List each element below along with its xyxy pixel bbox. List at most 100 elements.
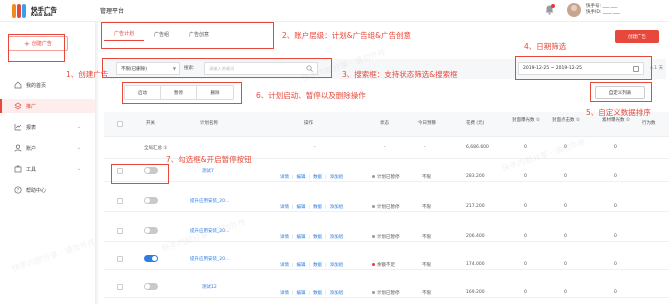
row-toggle[interactable] (144, 197, 158, 204)
annotation-box-custom (590, 82, 652, 102)
row-imp: 0 (524, 262, 527, 267)
sidebar-item-label: 我的首页 (26, 82, 47, 89)
select-all-checkbox[interactable] (117, 121, 123, 127)
app-title: 管理平台 (100, 8, 125, 15)
help-icon: ? (14, 186, 22, 194)
sidebar-item-label: 推广 (26, 103, 37, 110)
data-link[interactable]: 数据 (313, 205, 322, 210)
status-dot (372, 263, 375, 266)
detail-link[interactable]: 详情 (280, 205, 289, 210)
col-name: 计划名称 (200, 121, 218, 126)
status-text: 计划已暂停 (377, 291, 400, 296)
status-dot (372, 205, 375, 208)
row-mat-imp: 0 (614, 290, 617, 295)
row-budget: 不限 (422, 175, 431, 180)
row-status: 计划已暂停 (372, 174, 400, 180)
table-row: 提升应用安装_20... 详情 | 编辑 | 数据 | 添加组 计划已暂停 不限 206.4… (104, 220, 669, 242)
detail-link[interactable]: 详情 (280, 263, 289, 268)
annotation-box-search (102, 58, 332, 78)
data-link[interactable]: 数据 (313, 235, 322, 240)
sidebar-item-home[interactable]: 我的首页 (0, 78, 95, 92)
annotation-box-toggle (111, 164, 169, 184)
row-mat-imp: 0 (614, 174, 617, 179)
edit-link[interactable]: 编辑 (297, 263, 306, 268)
sidebar-item-report[interactable]: 报表 ⌄ (0, 120, 95, 134)
data-link[interactable]: 数据 (313, 291, 322, 296)
kwai-ads-logo[interactable]: 快手广告 Kwai Ads (12, 3, 72, 19)
sidebar-item-label: 报表 (26, 124, 37, 131)
campaign-table: 开关 计划名称 操作 状态 今日预算 花费 (元) 封面曝光数 ① 封面点击数 … (104, 112, 669, 304)
row-toggle[interactable] (144, 255, 158, 262)
status-text: 计划已暂停 (377, 235, 400, 240)
campaign-name-link[interactable]: 提升应用安装_20... (190, 198, 229, 204)
add-group-link[interactable]: 添加组 (330, 263, 344, 268)
row-mat-imp: 0 (614, 262, 617, 267)
row-checkbox[interactable] (117, 198, 123, 204)
summary-name: 全局汇总 ① (144, 146, 168, 151)
campaign-name-link[interactable]: 提升应用安装_20... (190, 256, 229, 262)
annotation-box-levels (101, 22, 274, 49)
sidebar-item-help[interactable]: ? 帮助中心 (0, 183, 95, 197)
row-checkbox[interactable] (117, 256, 123, 262)
col-cover-clicks[interactable]: 封面点击数 ① (552, 118, 582, 124)
row-ops: 详情 | 编辑 | 数据 | 添加组 (280, 263, 344, 268)
table-row: 提升应用安装_20... 详情 | 编辑 | 数据 | 添加组 计划已暂停 不限 217.2… (104, 190, 669, 212)
edit-link[interactable]: 编辑 (297, 291, 306, 296)
row-checkbox[interactable] (117, 284, 123, 290)
detail-link[interactable]: 详情 (280, 235, 289, 240)
col-cover-impressions[interactable]: 封面曝光数 ① (512, 118, 542, 124)
row-clk: 0 (564, 174, 567, 179)
add-group-link[interactable]: 添加组 (330, 235, 344, 240)
sidebar-item-promote[interactable]: 推广 (0, 99, 95, 113)
sidebar-item-label: 工具 (26, 166, 37, 173)
row-budget: 不限 (422, 263, 431, 268)
campaign-name-link[interactable]: 测试12 (202, 284, 217, 290)
annotation-box-create (8, 34, 65, 62)
row-ops: 详情 | 编辑 | 数据 | 添加组 (280, 235, 344, 240)
sidebar: + 创建广告 我的首页 推广 报表 ⌄ 账户 ⌄ 工具 ⌄ ? 帮助中心 (0, 22, 96, 304)
sidebar-item-label: 账户 (26, 145, 37, 152)
campaign-name-link[interactable]: 提升应用安装_20... (190, 228, 229, 234)
campaign-name-link[interactable]: 测试7 (202, 168, 214, 174)
data-link[interactable]: 数据 (313, 263, 322, 268)
row-status: 计划已暂停 (372, 290, 400, 296)
row-checkbox[interactable] (117, 228, 123, 234)
col-cost[interactable]: 花费 (元) (466, 121, 484, 127)
avatar[interactable] (567, 3, 581, 17)
edit-link[interactable]: 编辑 (297, 175, 306, 180)
top-bar: 快手广告 Kwai Ads 管理平台 快手号: ___ ___ 快手ID: __… (0, 0, 669, 22)
table-row: 测试12 详情 | 编辑 | 数据 | 添加组 计划已暂停 不限 169.200 0 0 0 (104, 276, 669, 298)
annotation-box-ops (122, 82, 242, 104)
row-ops: 详情 | 编辑 | 数据 | 添加组 (280, 291, 344, 296)
detail-link[interactable]: 详情 (280, 291, 289, 296)
annotation-label-ops: 6、计划启动、暂停以及删除操作 (256, 91, 366, 100)
col-material-impressions[interactable]: 素材曝光数 ① (602, 118, 632, 124)
row-cost: 206.400 (466, 234, 485, 239)
summary-status: - (384, 145, 386, 150)
add-group-link[interactable]: 添加组 (330, 175, 344, 180)
annotation-label-levels: 2、账户层级：计划&广告组&广告创意 (282, 31, 411, 40)
detail-link[interactable]: 详情 (280, 175, 289, 180)
status-text: 计划已暂停 (377, 175, 400, 180)
add-group-link[interactable]: 添加组 (330, 291, 344, 296)
edit-link[interactable]: 编辑 (297, 235, 306, 240)
col-actions-count[interactable]: 行为数 (642, 121, 656, 127)
row-mat-imp: 0 (614, 204, 617, 209)
row-mat-imp: 0 (614, 234, 617, 239)
account-icon (14, 144, 22, 152)
row-toggle[interactable] (144, 283, 158, 290)
edit-link[interactable]: 编辑 (297, 205, 306, 210)
data-link[interactable]: 数据 (313, 175, 322, 180)
bell-icon[interactable] (545, 4, 555, 15)
add-group-link[interactable]: 添加组 (330, 205, 344, 210)
row-clk: 0 (564, 204, 567, 209)
summary-budget: - (424, 145, 426, 150)
row-cost: 169.200 (466, 290, 485, 295)
user-line-kuaishou-id: 快手ID: ____ ___ (586, 10, 620, 15)
row-toggle[interactable] (144, 227, 158, 234)
row-clk: 0 (564, 234, 567, 239)
create-ad-button-top-right[interactable]: 创建广告 (615, 30, 659, 43)
sidebar-item-tools[interactable]: 工具 ⌄ (0, 162, 95, 176)
row-imp: 0 (524, 234, 527, 239)
sidebar-item-account[interactable]: 账户 ⌄ (0, 141, 95, 155)
